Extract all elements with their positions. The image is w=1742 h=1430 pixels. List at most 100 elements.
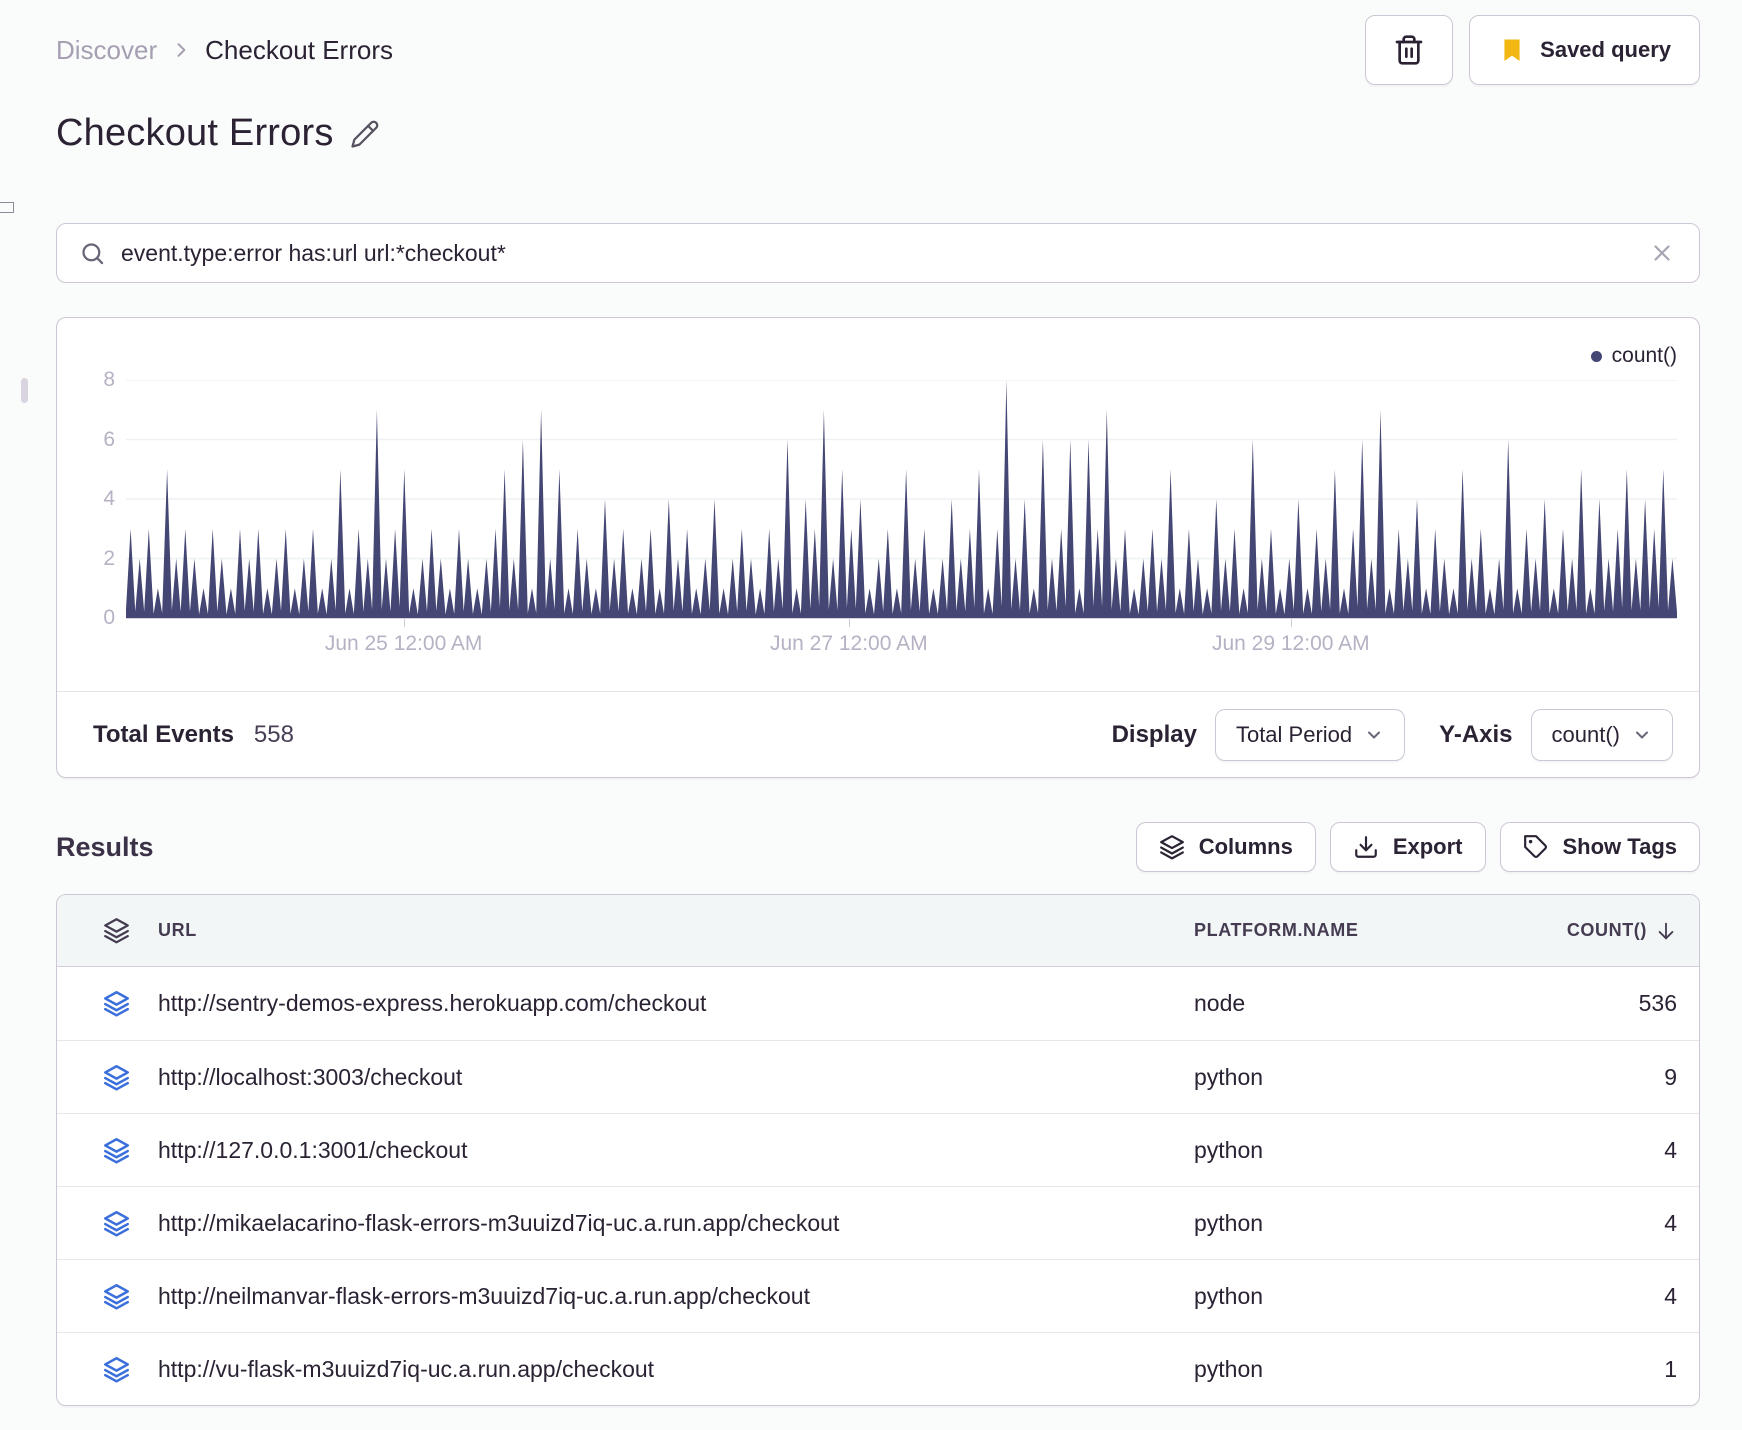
url-cell[interactable]: http://sentry-demos-express.herokuapp.co…	[158, 990, 1194, 1017]
x-axis-tick	[848, 619, 850, 627]
saved-query-button[interactable]: Saved query	[1469, 15, 1700, 85]
stack-icon	[103, 1137, 129, 1164]
row-stack-button[interactable]	[103, 1283, 130, 1310]
stack-icon	[103, 1356, 129, 1383]
yaxis-label: Y-Axis	[1439, 720, 1513, 748]
stack-icon	[103, 991, 129, 1017]
count-cell: 4	[1664, 1282, 1677, 1309]
top-actions: Saved query	[1365, 15, 1700, 85]
layers-icon	[1159, 835, 1184, 860]
x-axis-line	[126, 618, 1677, 619]
chart-footer: Total Events 558 Display Total Period Y-…	[57, 692, 1699, 777]
chevron-right-icon	[177, 43, 186, 57]
table-row: http://vu-flask-m3uuizd7iq-uc.a.run.app/…	[57, 1332, 1699, 1405]
export-button[interactable]: Export	[1329, 822, 1486, 872]
row-stack-button[interactable]	[103, 1137, 130, 1164]
x-axis-tick	[1290, 619, 1292, 627]
row-stack-button[interactable]	[103, 990, 130, 1017]
count-cell: 536	[1638, 990, 1677, 1016]
stack-icon	[103, 918, 129, 944]
bookmark-icon	[1504, 39, 1520, 61]
row-stack-button[interactable]	[103, 1064, 130, 1091]
x-axis-tick	[403, 619, 405, 627]
count-cell: 4	[1664, 1209, 1677, 1236]
table-row: http://mikaelacarino-flask-errors-m3uuiz…	[57, 1186, 1699, 1259]
url-cell[interactable]: http://neilmanvar-flask-errors-m3uuizd7i…	[158, 1283, 1194, 1310]
y-axis-label: 0	[103, 606, 115, 629]
stack-icon	[103, 1210, 129, 1237]
breadcrumb: Discover Checkout Errors	[56, 35, 393, 66]
platform-cell: node	[1194, 990, 1246, 1016]
table-header: URL PLATFORM.NAME COUNT()	[57, 895, 1699, 967]
y-axis-label: 6	[103, 427, 115, 451]
table-row: http://127.0.0.1:3001/checkout python 4	[57, 1113, 1699, 1186]
y-axis: 0 2 4 6 8	[71, 368, 115, 629]
table-row: http://localhost:3003/checkout python 9	[57, 1040, 1699, 1113]
platform-cell: python	[1194, 1063, 1264, 1090]
breadcrumb-current: Checkout Errors	[205, 34, 393, 65]
count-cell: 4	[1664, 1136, 1677, 1163]
download-icon	[1354, 836, 1377, 858]
x-axis: Jun 25 12:00 AM Jun 27 12:00 AM Jun 29 12:…	[126, 632, 1677, 662]
column-header-count[interactable]: COUNT()	[1449, 920, 1699, 942]
chart-legend[interactable]: count()	[1590, 344, 1677, 368]
total-events-label: Total Events	[93, 720, 234, 748]
table-row: http://neilmanvar-flask-errors-m3uuizd7i…	[57, 1259, 1699, 1332]
edit-title-icon[interactable]	[350, 119, 380, 149]
yaxis-select[interactable]: count()	[1530, 708, 1673, 761]
scroll-indicator	[21, 378, 28, 403]
total-events-value: 558	[253, 720, 294, 748]
discover-page: Discover Checkout Errors Saved query Che…	[0, 0, 1742, 1406]
chevron-down-icon	[1368, 731, 1381, 738]
results-heading: Results	[56, 831, 154, 862]
row-stack-button[interactable]	[103, 1356, 130, 1383]
platform-cell: python	[1194, 1209, 1264, 1236]
y-axis-label: 8	[103, 368, 115, 391]
display-select[interactable]: Total Period	[1214, 708, 1406, 761]
count-cell: 1	[1664, 1355, 1677, 1382]
table-row: http://sentry-demos-express.herokuapp.co…	[57, 967, 1699, 1040]
panel-handle	[0, 202, 14, 213]
search-bar	[56, 223, 1700, 283]
y-axis-label: 2	[103, 546, 115, 570]
stack-icon	[103, 1064, 129, 1091]
url-cell[interactable]: http://mikaelacarino-flask-errors-m3uuiz…	[158, 1210, 1194, 1237]
column-header-url[interactable]: URL	[158, 920, 1194, 941]
stack-icon	[103, 1283, 129, 1310]
x-axis-label: Jun 29 12:00 AM	[1211, 632, 1370, 655]
y-axis-label: 4	[103, 487, 115, 510]
chart-card: count() 0 2 4 6 8 Jun 25 12:00 AM Jun 27 12:0…	[56, 317, 1700, 778]
url-cell[interactable]: http://localhost:3003/checkout	[158, 1064, 1194, 1091]
platform-cell: python	[1194, 1355, 1264, 1382]
row-stack-button[interactable]	[103, 1210, 130, 1237]
column-header-platform[interactable]: PLATFORM.NAME	[1194, 920, 1449, 941]
saved-query-label: Saved query	[1540, 37, 1671, 62]
sort-descending-icon	[1658, 922, 1674, 939]
x-axis-label: Jun 27 12:00 AM	[769, 632, 928, 655]
legend-label: count()	[1611, 344, 1677, 367]
event-volume-chart[interactable]	[126, 380, 1677, 618]
display-label: Display	[1111, 720, 1197, 748]
search-input[interactable]	[57, 224, 1699, 282]
total-events: Total Events 558	[93, 721, 294, 749]
url-cell[interactable]: http://127.0.0.1:3001/checkout	[158, 1137, 1194, 1164]
tag-icon	[1523, 835, 1547, 858]
show-tags-button[interactable]: Show Tags	[1499, 822, 1700, 872]
search-icon	[82, 242, 104, 264]
table-body: http://sentry-demos-express.herokuapp.co…	[57, 967, 1699, 1405]
page-title: Checkout Errors	[56, 112, 334, 154]
top-bar: Discover Checkout Errors Saved query	[56, 0, 1700, 86]
breadcrumb-discover-link[interactable]: Discover	[56, 35, 157, 66]
x-axis-label: Jun 25 12:00 AM	[324, 632, 483, 655]
chevron-down-icon	[1636, 731, 1648, 738]
platform-cell: python	[1194, 1282, 1264, 1309]
trash-icon	[1395, 35, 1423, 65]
url-cell[interactable]: http://vu-flask-m3uuizd7iq-uc.a.run.app/…	[158, 1356, 1194, 1383]
delete-query-button[interactable]	[1365, 15, 1454, 85]
results-table: URL PLATFORM.NAME COUNT() http://sentry-…	[56, 894, 1700, 1406]
clear-search-icon[interactable]	[1649, 240, 1675, 266]
count-cell: 9	[1664, 1063, 1677, 1090]
platform-cell: python	[1194, 1136, 1264, 1163]
legend-dot	[1590, 350, 1602, 362]
columns-button[interactable]: Columns	[1135, 822, 1316, 872]
